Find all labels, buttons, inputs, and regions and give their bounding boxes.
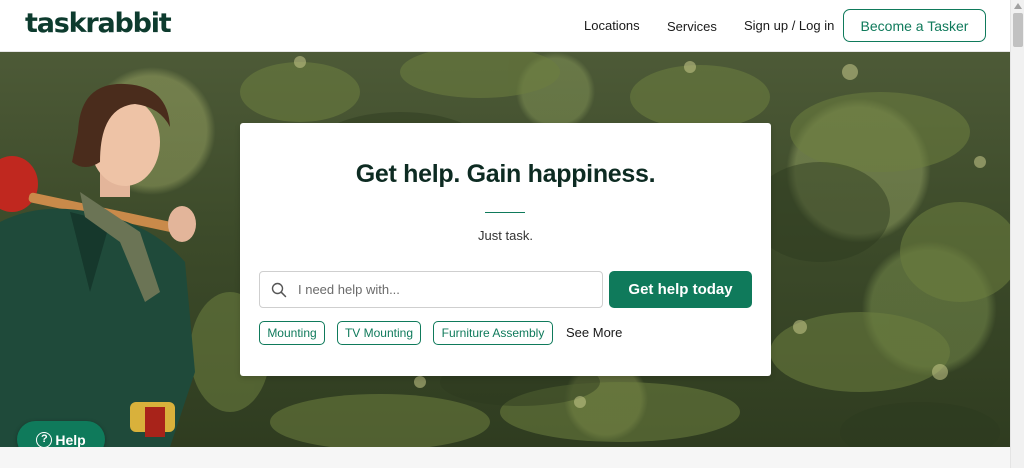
scroll-up-button[interactable]	[1011, 0, 1024, 12]
become-tasker-button[interactable]: Become a Tasker	[843, 9, 986, 42]
nav-services-link[interactable]: Services	[667, 19, 717, 34]
search-box[interactable]	[259, 271, 603, 308]
help-icon: ?	[36, 431, 53, 448]
scroll-thumb[interactable]	[1013, 13, 1023, 47]
help-button-label: Help	[55, 431, 86, 448]
title-divider	[485, 212, 525, 213]
chip-tv-mounting[interactable]: TV Mounting	[337, 321, 421, 345]
tasker-person-image	[0, 83, 196, 447]
page: taskrabbit Locations Services Sign up / …	[0, 0, 1024, 468]
chip-furniture-assembly[interactable]: Furniture Assembly	[433, 321, 553, 345]
taskrabbit-logo[interactable]: taskrabbit	[25, 8, 172, 39]
search-input[interactable]	[298, 272, 598, 307]
search-icon	[271, 282, 287, 298]
scroll-up-arrow-icon	[1014, 3, 1022, 9]
get-help-today-button[interactable]: Get help today	[609, 271, 752, 308]
page-below-fold	[0, 447, 1010, 468]
hero-title: Get help. Gain happiness.	[355, 160, 656, 188]
nav-signup-login-link[interactable]: Sign up / Log in	[744, 18, 834, 33]
search-card: Get help. Gain happiness. Just task. Get…	[240, 123, 771, 376]
site-header: taskrabbit Locations Services Sign up / …	[0, 0, 1010, 52]
hero-subtitle: Just task.	[478, 228, 533, 243]
see-more-link[interactable]: See More	[566, 325, 622, 340]
nav-locations-link[interactable]: Locations	[584, 18, 640, 33]
page-scrollbar[interactable]	[1010, 0, 1024, 468]
chip-mounting[interactable]: Mounting	[259, 321, 325, 345]
